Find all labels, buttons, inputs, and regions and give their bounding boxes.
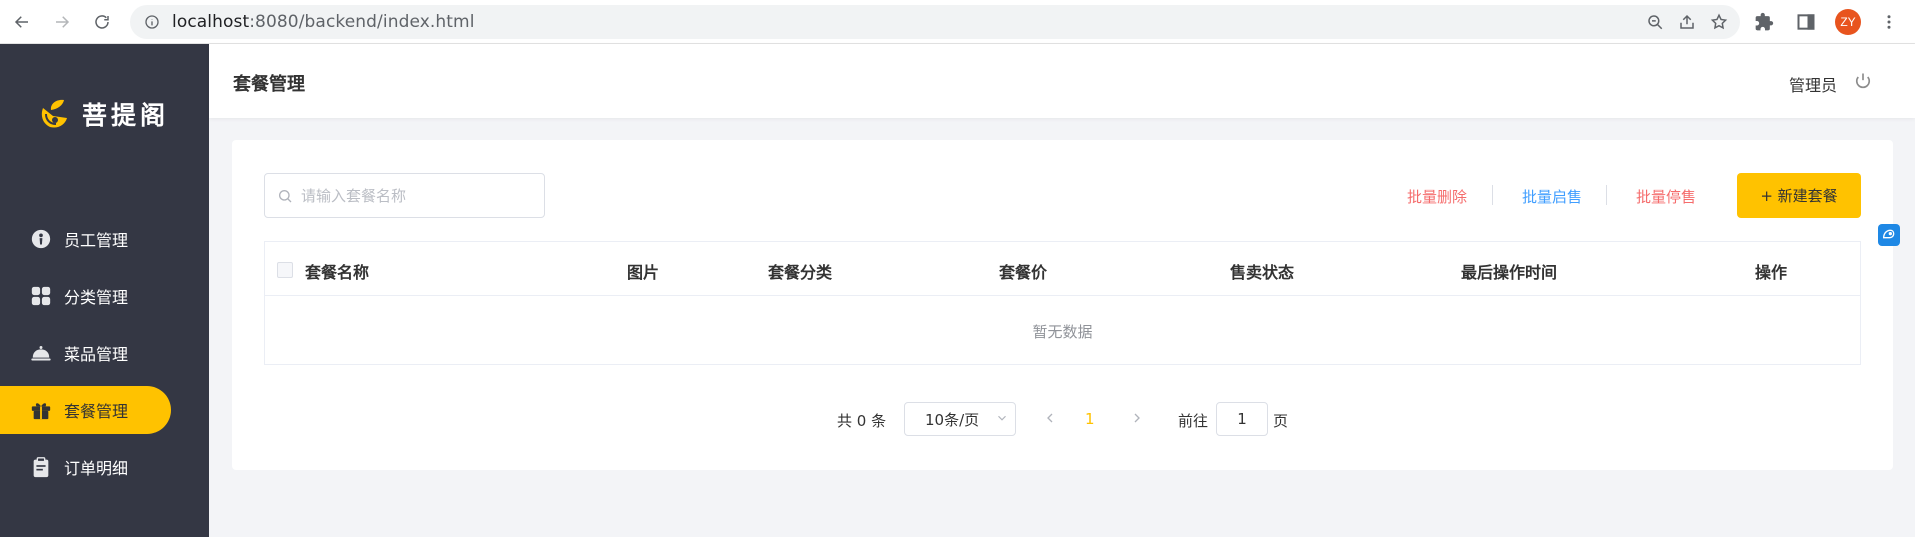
- batch-enable-button[interactable]: 批量启售: [1522, 186, 1582, 207]
- sidebar-item-label: 菜品管理: [64, 345, 129, 364]
- chevron-down-icon: [998, 415, 1006, 421]
- pagination-total: 共 0 条: [837, 412, 887, 430]
- search-field[interactable]: [264, 173, 545, 218]
- column-header-actions: 操作: [1755, 263, 1788, 282]
- profile-avatar[interactable]: ZY: [1835, 8, 1861, 36]
- column-header-price: 套餐价: [999, 263, 1048, 282]
- gift-package-icon: [30, 399, 52, 421]
- goto-label: 前往: [1178, 412, 1209, 430]
- sidebar-item-package[interactable]: 套餐管理: [0, 386, 171, 434]
- sidebar-item-order[interactable]: 订单明细: [0, 443, 171, 491]
- sidebar-item-label: 套餐管理: [64, 402, 129, 421]
- package-table: 套餐名称 图片 套餐分类 套餐价 售卖状态 最后操作时间 操作 暂无数据: [264, 241, 1861, 365]
- category-grid-icon: [30, 285, 52, 307]
- search-input[interactable]: [301, 186, 531, 205]
- employee-icon: [30, 228, 52, 250]
- bookmark-star-icon[interactable]: [1710, 13, 1728, 31]
- column-header-category: 套餐分类: [768, 263, 833, 282]
- page-size-select[interactable]: 10条/页: [904, 402, 1016, 436]
- logo-text: 菩提阁: [82, 101, 170, 130]
- url-text: localhost:8080/backend/index.html: [172, 12, 475, 32]
- extensions-icon[interactable]: [1754, 8, 1774, 36]
- zoom-icon[interactable]: [1646, 13, 1664, 31]
- batch-disable-button[interactable]: 批量停售: [1636, 186, 1696, 207]
- reload-icon[interactable]: [88, 8, 116, 36]
- empty-state-text: 暂无数据: [1032, 323, 1093, 341]
- divider: [1492, 185, 1493, 205]
- column-header-status: 售卖状态: [1230, 263, 1295, 282]
- goto-page-input[interactable]: [1216, 402, 1268, 436]
- logo: 菩提阁: [34, 94, 169, 134]
- avatar-initials: ZY: [1835, 9, 1861, 35]
- page-suffix-label: 页: [1273, 412, 1289, 430]
- content-card: 批量删除 批量启售 批量停售 + 新建套餐 套餐名称 图片 套餐分类 套餐价 售…: [232, 140, 1893, 470]
- logout-power-icon[interactable]: [1853, 71, 1873, 91]
- column-header-image: 图片: [627, 263, 660, 282]
- browser-toolbar: localhost:8080/backend/index.html ZY: [0, 0, 1915, 44]
- user-name: 管理员: [1788, 76, 1837, 95]
- column-header-name: 套餐名称: [305, 263, 370, 282]
- browser-menu-icon[interactable]: [1880, 8, 1898, 36]
- forward-icon[interactable]: [48, 8, 76, 36]
- page-header: 套餐管理 管理员: [209, 44, 1915, 118]
- column-header-last-modified: 最后操作时间: [1461, 263, 1558, 282]
- clipboard-order-icon: [30, 456, 52, 478]
- sidebar-item-category[interactable]: 分类管理: [0, 272, 171, 320]
- dish-cloche-icon: [30, 342, 52, 364]
- table-header: 套餐名称 图片 套餐分类 套餐价 售卖状态 最后操作时间 操作: [265, 242, 1860, 296]
- next-page-icon[interactable]: [1129, 410, 1145, 426]
- floating-assistant-icon[interactable]: [1878, 224, 1900, 246]
- sidebar-item-label: 分类管理: [64, 288, 129, 307]
- batch-delete-button[interactable]: 批量删除: [1407, 186, 1467, 207]
- back-icon[interactable]: [8, 8, 36, 36]
- prev-page-icon[interactable]: [1042, 410, 1058, 426]
- divider: [1606, 185, 1607, 205]
- side-panel-icon[interactable]: [1796, 8, 1816, 36]
- sidebar-item-label: 员工管理: [64, 231, 129, 250]
- sidebar-item-dish[interactable]: 菜品管理: [0, 329, 171, 377]
- logo-icon: [41, 99, 67, 128]
- page-number-current[interactable]: 1: [1085, 410, 1095, 428]
- sidebar-item-employee[interactable]: 员工管理: [0, 215, 171, 263]
- new-package-button[interactable]: + 新建套餐: [1737, 173, 1861, 218]
- sidebar: 菩提阁 员工管理 分类管理 菜品管理 套餐管理 订单明细: [0, 44, 209, 537]
- site-info-icon[interactable]: [144, 14, 160, 30]
- address-bar[interactable]: localhost:8080/backend/index.html: [130, 5, 1740, 39]
- sidebar-item-label: 订单明细: [64, 459, 129, 478]
- page-title: 套餐管理: [233, 74, 305, 95]
- select-all-checkbox[interactable]: [277, 262, 293, 278]
- page-size-value: 10条/页: [925, 410, 980, 429]
- pagination: 共 0 条 10条/页 1 前往 页: [232, 402, 1893, 436]
- search-icon: [279, 189, 292, 202]
- share-icon[interactable]: [1678, 13, 1696, 31]
